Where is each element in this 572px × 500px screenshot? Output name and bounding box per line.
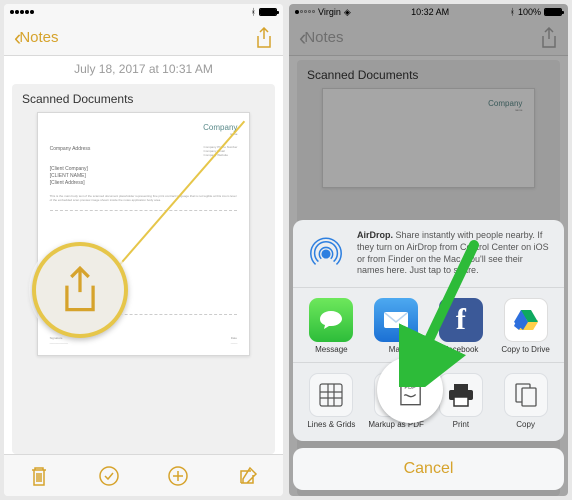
drive-icon [504,298,548,342]
trash-button[interactable] [27,464,51,488]
annotation-arrow [399,237,489,387]
checklist-button[interactable] [97,464,121,488]
status-bar: ᚼ [4,4,283,20]
signal-indicator [10,10,34,14]
add-button[interactable] [166,464,190,488]
action-copy[interactable]: Copy [493,373,558,429]
bottom-toolbar [4,454,283,496]
battery-indicator [259,8,277,16]
action-label: Print [453,420,469,429]
back-label: Notes [19,29,58,46]
phone-left: ᚼ ‹ Notes July 18, 2017 at 10:31 AM Scan… [4,4,283,496]
note-timestamp: July 18, 2017 at 10:31 AM [4,56,283,80]
action-label: Lines & Grids [307,420,355,429]
share-app-message[interactable]: Message [299,298,364,354]
back-button[interactable]: ‹ Notes [14,25,59,51]
annotation-callout-circle [32,242,128,338]
message-icon [309,298,353,342]
app-label: Copy to Drive [501,345,549,354]
document-title: Scanned Documents [22,92,265,106]
cancel-button[interactable]: Cancel [293,448,564,490]
action-label: Copy [516,420,535,429]
app-label: Message [315,345,347,354]
compose-button[interactable] [236,464,260,488]
nav-bar: ‹ Notes [4,20,283,56]
phone-right: Virgin ◈ 10:32 AM ᚼ 100% ‹ Notes Scanne [289,4,568,496]
copy-icon [504,373,548,417]
airdrop-icon [307,235,345,273]
share-button[interactable] [255,27,273,49]
share-app-drive[interactable]: Copy to Drive [493,298,558,354]
action-lines-grids[interactable]: Lines & Grids [299,373,364,429]
bluetooth-icon: ᚼ [251,7,256,17]
lines-grids-icon [309,373,353,417]
